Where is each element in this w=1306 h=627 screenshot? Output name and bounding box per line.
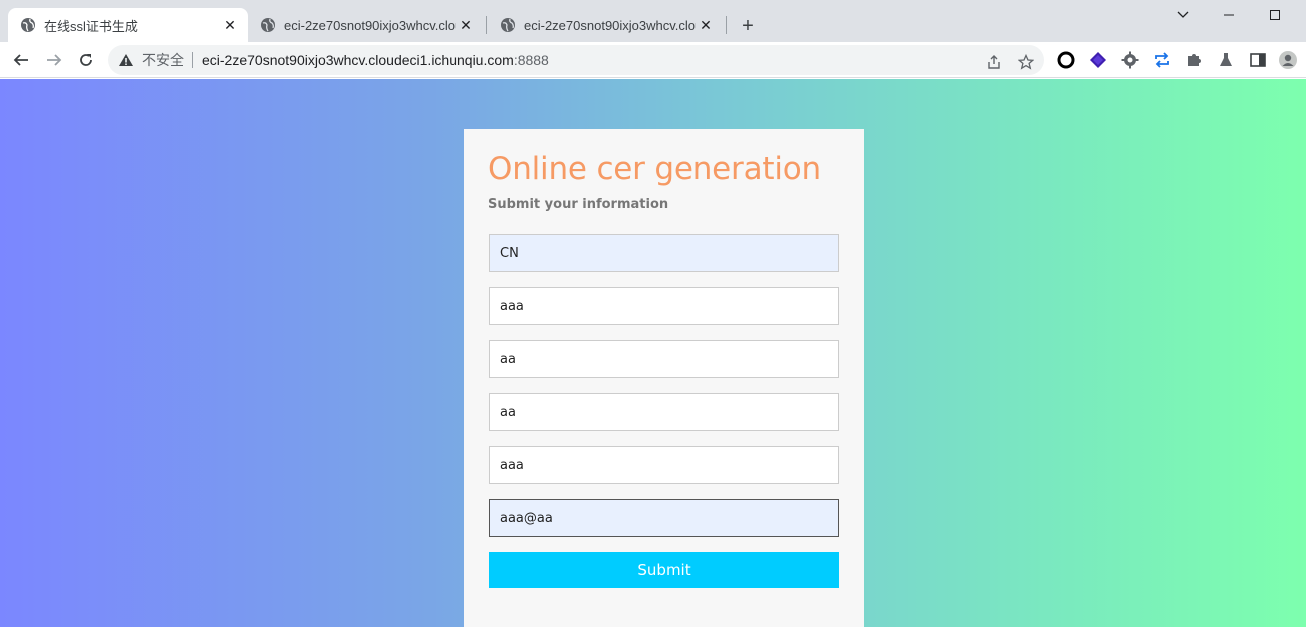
tab-title: eci-2ze70snot90ixjo3whcv.clou	[524, 17, 696, 33]
form-subtitle: Submit your information	[488, 197, 669, 212]
extension-circle-icon[interactable]	[1056, 50, 1076, 70]
tab-separator	[486, 16, 487, 34]
extension-repeat-icon[interactable]	[1152, 50, 1172, 70]
maximize-icon[interactable]	[1252, 4, 1298, 26]
extension-gear-icon[interactable]	[1120, 50, 1140, 70]
minimize-icon[interactable]	[1206, 4, 1252, 26]
field-3[interactable]	[489, 340, 839, 378]
tab-search-icon[interactable]	[1160, 4, 1206, 26]
extension-cube-icon[interactable]	[1088, 50, 1108, 70]
security-label[interactable]: 不安全	[142, 50, 184, 70]
email-field[interactable]	[489, 499, 839, 537]
close-tab-icon[interactable]: ✕	[456, 15, 476, 35]
url-text: eci-2ze70snot90ixjo3whcv.cloudeci1.ichun…	[202, 52, 549, 68]
tab-title: 在线ssl证书生成	[44, 18, 138, 34]
close-tab-icon[interactable]: ✕	[696, 15, 716, 35]
profile-avatar-icon[interactable]	[1278, 50, 1298, 70]
url-host: eci-2ze70snot90ixjo3whcv.cloudeci1.ichun…	[202, 52, 514, 68]
tab-eci-2[interactable]: eci-2ze70snot90ixjo3whcv.clou ✕	[488, 8, 724, 42]
share-icon[interactable]	[984, 52, 1004, 72]
forward-icon[interactable]	[40, 46, 68, 74]
browser-toolbar: 不安全 eci-2ze70snot90ixjo3whcv.cloudeci1.i…	[0, 42, 1306, 78]
labs-flask-icon[interactable]	[1216, 50, 1236, 70]
form-card: Online cer generation Submit your inform…	[464, 129, 864, 627]
extensions-puzzle-icon[interactable]	[1184, 50, 1204, 70]
tab-eci-1[interactable]: eci-2ze70snot90ixjo3whcv.clou ✕	[248, 8, 484, 42]
page-title: Online cer generation	[488, 151, 821, 187]
tab-strip: 在线ssl证书生成 ✕ eci-2ze70snot90ixjo3whcv.clo…	[0, 0, 1306, 42]
globe-icon	[260, 17, 276, 33]
globe-icon	[20, 17, 36, 33]
page-background: Online cer generation Submit your inform…	[0, 79, 1306, 627]
close-tab-icon[interactable]: ✕	[220, 15, 240, 35]
side-panel-icon[interactable]	[1248, 50, 1268, 70]
tab-ssl-generator[interactable]: 在线ssl证书生成 ✕	[8, 8, 248, 42]
tab-separator	[726, 16, 727, 34]
new-tab-button[interactable]: +	[736, 14, 760, 38]
tab-title: eci-2ze70snot90ixjo3whcv.clou	[284, 17, 456, 33]
country-field[interactable]	[489, 234, 839, 272]
field-5[interactable]	[489, 446, 839, 484]
field-4[interactable]	[489, 393, 839, 431]
back-icon[interactable]	[7, 46, 35, 74]
divider	[192, 52, 193, 68]
address-bar[interactable]: 不安全 eci-2ze70snot90ixjo3whcv.cloudeci1.i…	[108, 45, 1044, 75]
bookmark-star-icon[interactable]	[1016, 52, 1036, 72]
submit-button[interactable]: Submit	[489, 552, 839, 588]
url-port: :8888	[513, 52, 549, 68]
reload-icon[interactable]	[72, 46, 100, 74]
field-2[interactable]	[489, 287, 839, 325]
globe-icon	[500, 17, 516, 33]
warning-icon[interactable]	[118, 52, 134, 68]
